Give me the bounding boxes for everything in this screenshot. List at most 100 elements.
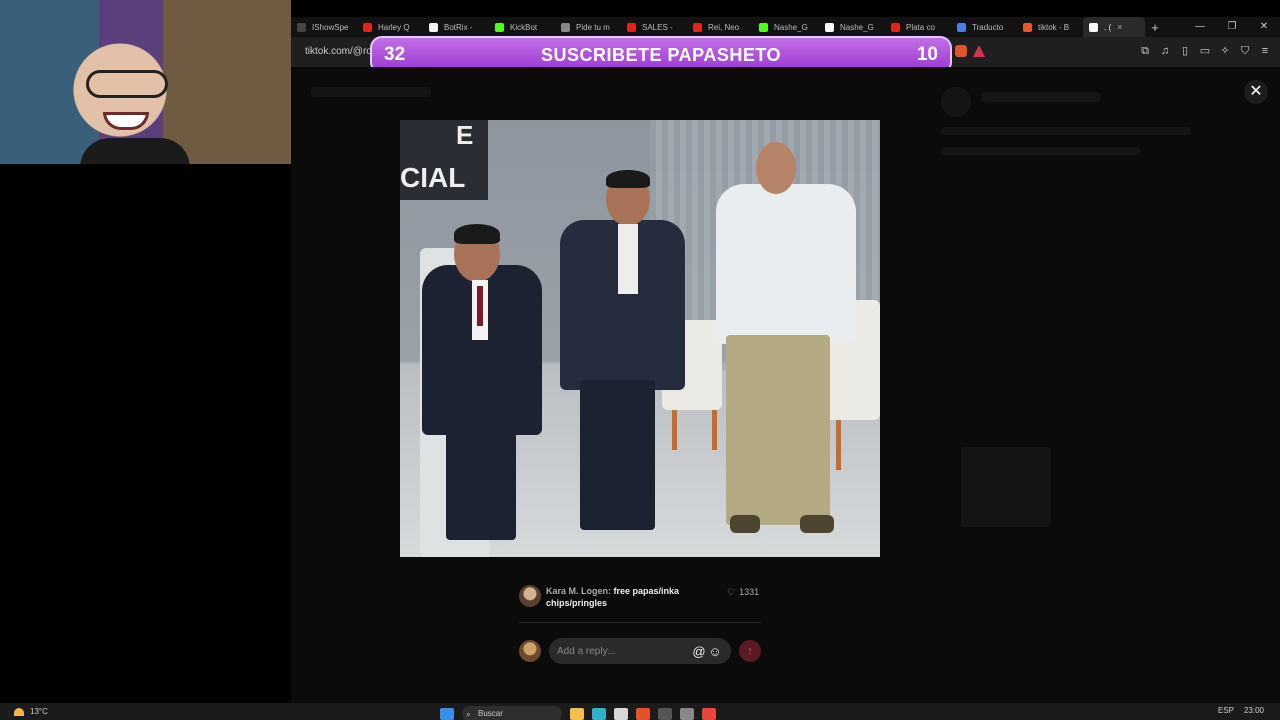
browser-tab[interactable]: Nashe_G: [819, 17, 885, 37]
banner-left-number: 32: [384, 44, 406, 65]
tab-favicon-icon: [627, 22, 636, 32]
banner-text: SUSCRIBETE PAPASHETO: [540, 44, 782, 65]
wallet-icon[interactable]: ▭: [1198, 44, 1212, 58]
store-icon[interactable]: [614, 708, 628, 720]
browser-tab[interactable]: BotRix -: [423, 17, 489, 37]
webcam-overlay: [0, 0, 291, 164]
person-center-pants: [580, 380, 655, 530]
tab-favicon-icon: [297, 22, 306, 32]
chrome-icon[interactable]: [702, 708, 716, 720]
taskbar-search[interactable]: Buscar: [462, 706, 562, 720]
browser-tab-strip: IShowSpe Harley Q BotRix - KickBot Pide tu m…: [291, 17, 1280, 37]
person-center-hair: [606, 170, 650, 188]
person-right-shoe: [730, 515, 760, 533]
chair-leg: [712, 410, 717, 450]
browser-tab[interactable]: Harley Q: [357, 17, 423, 37]
tab-favicon-icon: [429, 22, 438, 32]
browser-tab[interactable]: Pide tu m: [555, 17, 621, 37]
clock[interactable]: 23:00: [1244, 706, 1264, 715]
settings-icon[interactable]: [680, 708, 694, 720]
tab-label: Harley Q: [378, 22, 410, 32]
close-window-button[interactable]: ✕: [1248, 17, 1280, 37]
maximize-button[interactable]: ❐: [1216, 17, 1248, 37]
leo-icon[interactable]: ✧: [1218, 44, 1232, 58]
tab-favicon-icon: [825, 22, 834, 32]
chair-leg: [836, 420, 841, 470]
tab-label: Traducto: [972, 22, 1004, 32]
heart-icon[interactable]: ♡: [727, 587, 735, 598]
sign-text: CIAL: [400, 162, 466, 193]
tab-favicon-icon: [957, 22, 966, 32]
taskbar: 13°C Buscar ESP 23:00: [0, 703, 1280, 720]
comment-photo: E CIAL: [400, 120, 880, 557]
reply-box: @ ☺: [549, 638, 731, 664]
brave-shield-icon[interactable]: [955, 45, 967, 57]
weather-widget[interactable]: 13°C: [14, 707, 48, 716]
reply-row: @ ☺ ↑: [519, 638, 761, 664]
person-left-tie: [477, 286, 483, 326]
send-button[interactable]: ↑: [739, 640, 761, 662]
browser-tab[interactable]: KickBot: [489, 17, 555, 37]
shirt: [80, 138, 190, 164]
browser-tab[interactable]: Traducto: [951, 17, 1017, 37]
chair-leg: [672, 410, 677, 450]
windows-icon[interactable]: [440, 708, 454, 720]
sign-text-top: E: [456, 120, 474, 150]
edge-icon[interactable]: [592, 708, 606, 720]
close-viewer-button[interactable]: ✕: [1244, 80, 1268, 104]
smile: [103, 112, 149, 130]
stage-sign: E CIAL: [400, 120, 488, 200]
url-field[interactable]: tiktok.com/@ro: [305, 46, 372, 57]
person-right-pants: [726, 335, 830, 525]
divider: [519, 622, 761, 623]
comment-likes[interactable]: ♡ 1331: [727, 587, 759, 598]
browser-tab[interactable]: Nashe_G: [753, 17, 819, 37]
ghost-text: [981, 92, 1101, 102]
tab-favicon-icon: [693, 22, 702, 32]
person-right-shirt: [716, 184, 856, 344]
tab-favicon-icon: [495, 22, 504, 32]
person-left-hair: [454, 224, 500, 244]
browser-tab[interactable]: Plata co: [885, 17, 951, 37]
user-avatar: [519, 640, 541, 662]
comment-username[interactable]: Kara M. Logen:: [546, 586, 611, 596]
tab-favicon-icon: [363, 22, 372, 32]
new-tab-button[interactable]: +: [1145, 20, 1165, 35]
brave-icon[interactable]: [636, 708, 650, 720]
mention-icon[interactable]: @: [691, 644, 707, 659]
music-icon[interactable]: ♫: [1158, 44, 1172, 58]
banner-right-number: 10: [916, 44, 938, 65]
close-tab-icon[interactable]: ×: [1117, 22, 1122, 32]
person-center-shirt: [618, 224, 638, 294]
tab-label: Nashe_G: [774, 22, 808, 32]
brave-rewards-icon[interactable]: [973, 45, 985, 57]
tab-label: IShowSpe: [312, 22, 349, 32]
weather-icon: [14, 707, 24, 716]
commenter-avatar[interactable]: [519, 585, 541, 607]
browser-tab[interactable]: Rei, Neo: [687, 17, 753, 37]
ghost-text: [941, 127, 1191, 135]
like-count: 1331: [739, 587, 760, 597]
language-indicator[interactable]: ESP: [1218, 706, 1234, 715]
menu-icon[interactable]: ≡: [1258, 44, 1272, 58]
tab-label: Nashe_G: [840, 22, 874, 32]
tiktok-favicon-icon: [1089, 22, 1098, 32]
emoji-icon[interactable]: ☺: [707, 644, 723, 659]
minimize-button[interactable]: —: [1184, 17, 1216, 37]
shield-icon[interactable]: ⛉: [1238, 44, 1252, 58]
window-controls: — ❐ ✕: [1184, 17, 1280, 37]
tab-label: BotRix -: [444, 22, 473, 32]
comment-item: Kara M. Logen: free papas/inka chips/pri…: [519, 585, 761, 609]
browser-tab[interactable]: tiktok - B: [1017, 17, 1083, 37]
browser-tab[interactable]: IShowSpe: [291, 17, 357, 37]
browser-tab[interactable]: SALES -: [621, 17, 687, 37]
screen-icon[interactable]: ⧉: [1138, 44, 1152, 58]
tab-active[interactable]: . ( ×: [1083, 17, 1145, 37]
sidebar-icon[interactable]: ▯: [1178, 44, 1192, 58]
reply-input[interactable]: [557, 645, 691, 657]
tab-label: Rei, Neo: [708, 22, 740, 32]
toolbar-icons: ⧉ ♫ ▯ ▭ ✧ ⛉ ≡: [1138, 44, 1272, 58]
tab-label: tiktok - B: [1038, 22, 1070, 32]
obs-icon[interactable]: [658, 708, 672, 720]
file-explorer-icon[interactable]: [570, 708, 584, 720]
